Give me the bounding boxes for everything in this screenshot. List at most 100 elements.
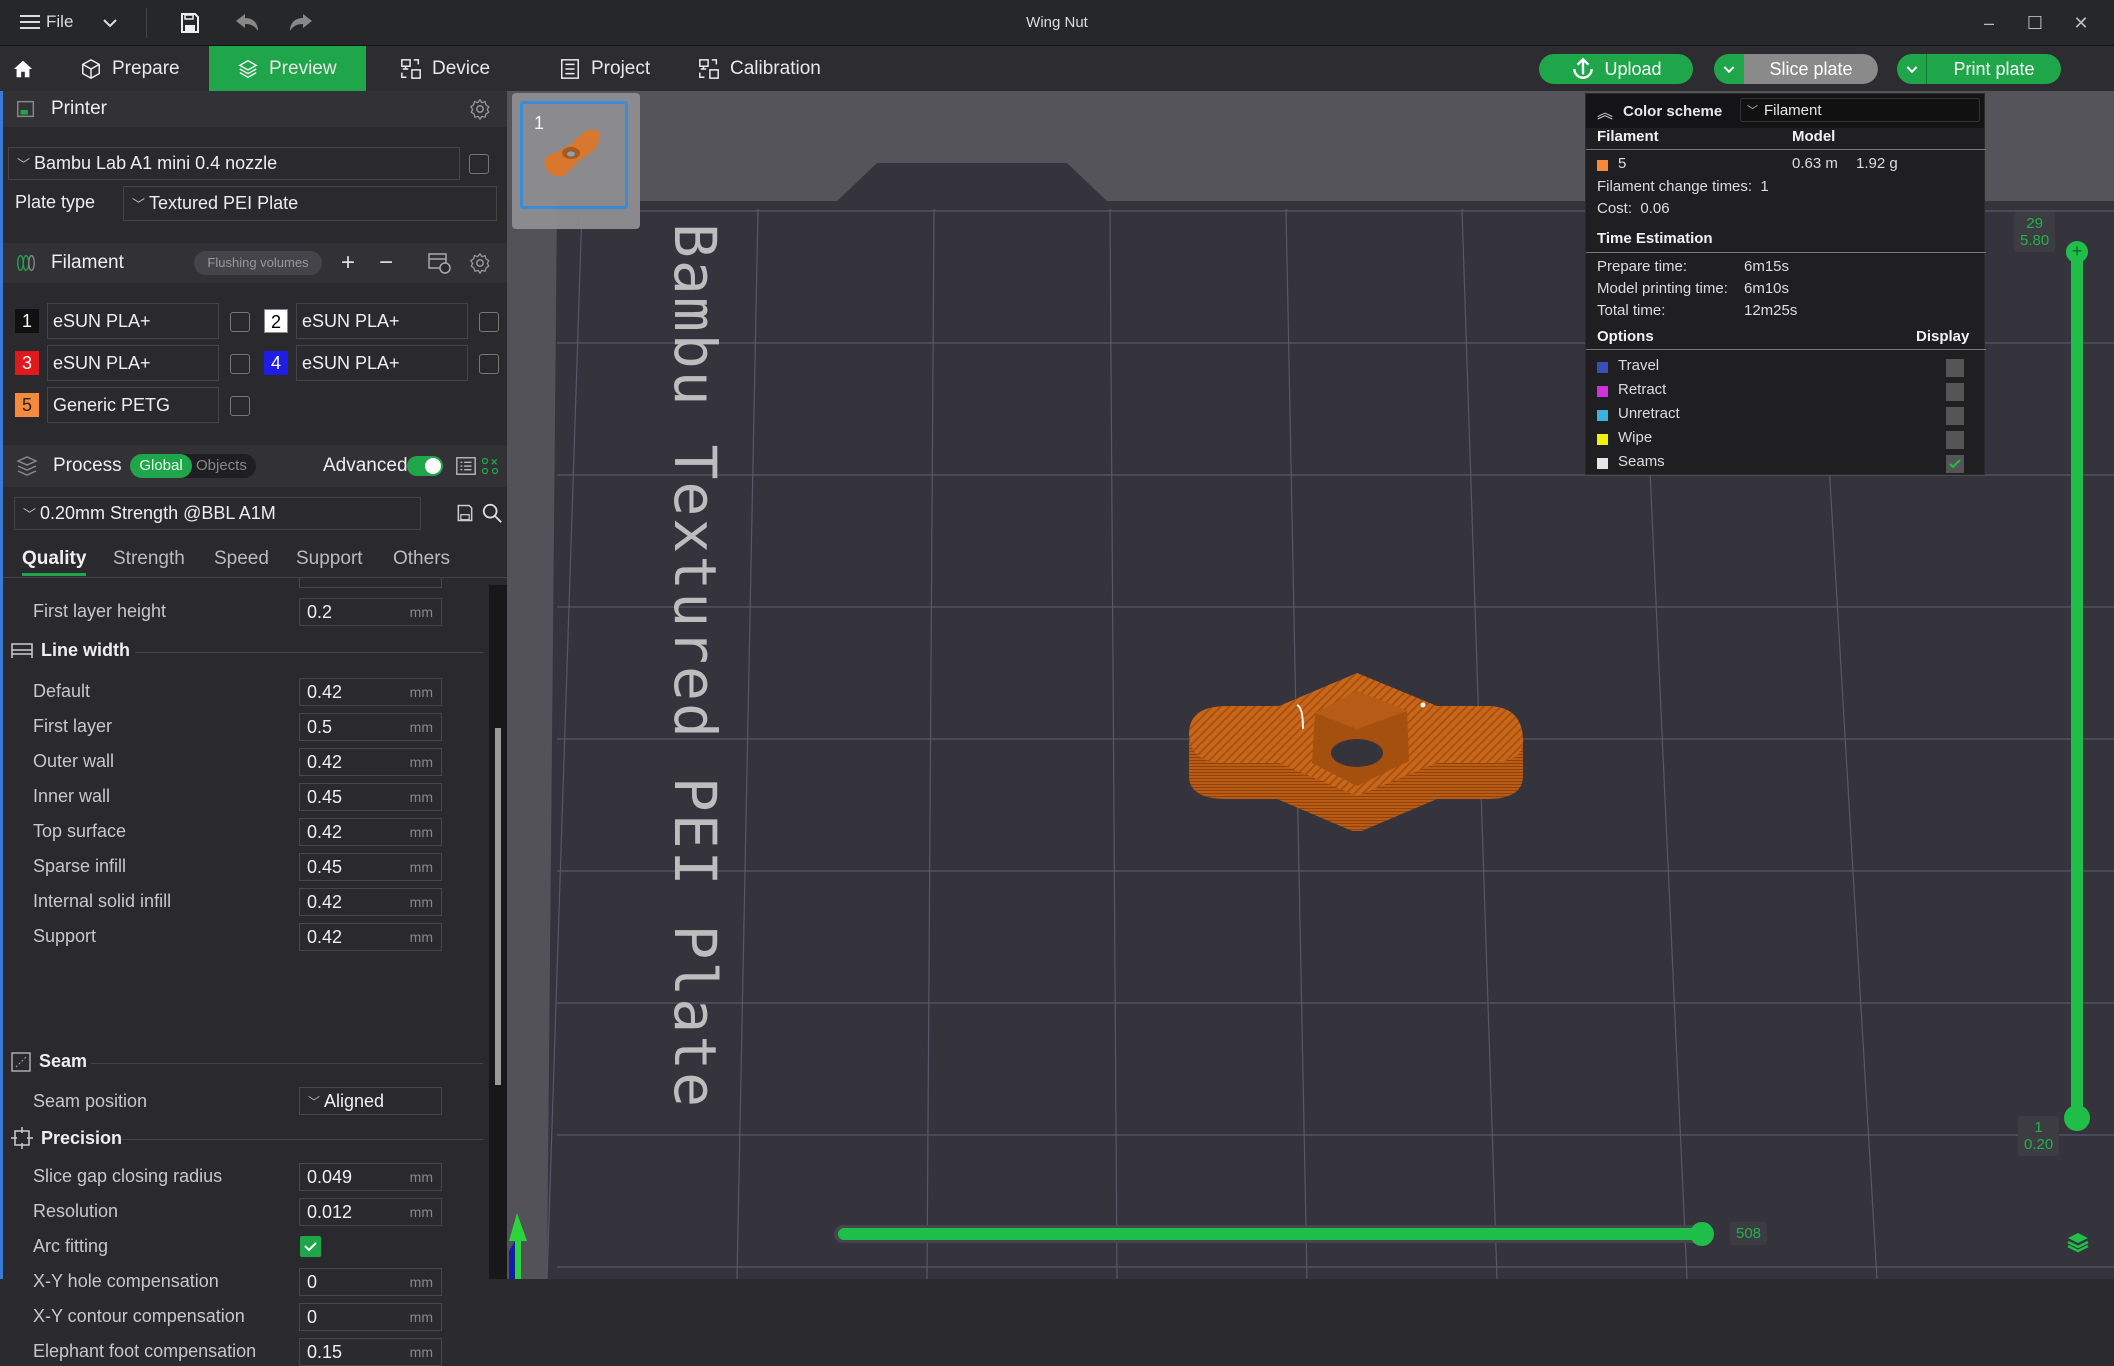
close-button[interactable]: ✕ — [2068, 10, 2094, 36]
search-icon[interactable] — [481, 502, 503, 524]
minimize-button[interactable]: – — [1976, 10, 2002, 36]
save-icon[interactable] — [178, 11, 202, 35]
redo-icon[interactable] — [288, 11, 312, 35]
line-width-input[interactable]: 0.42 mm — [299, 818, 442, 846]
gear-icon[interactable] — [469, 98, 491, 120]
filament-slot-select[interactable]: eSUN PLA+ — [47, 303, 219, 339]
undo-icon[interactable] — [234, 11, 258, 35]
seam-position-select[interactable]: ﹀ Aligned — [299, 1087, 442, 1115]
edit-printer-icon[interactable] — [469, 154, 489, 174]
line-width-input[interactable]: 0.42 mm — [299, 923, 442, 951]
color-scheme-select[interactable]: ﹀ Filament — [1740, 98, 1980, 122]
option-display-checkbox[interactable] — [1946, 359, 1964, 377]
layer-slider-top-thumb[interactable]: + — [2066, 241, 2088, 263]
global-option[interactable]: Global — [130, 454, 192, 478]
edit-filament-icon[interactable] — [479, 312, 499, 332]
list-view-icon[interactable] — [455, 455, 477, 477]
settings-scrollbar-thumb[interactable] — [495, 728, 501, 1085]
file-menu[interactable]: File — [20, 12, 73, 32]
edit-filament-icon[interactable] — [230, 312, 250, 332]
chevron-down-icon: ﹀ — [132, 197, 146, 212]
xy-hole-input[interactable]: 0 mm — [299, 1268, 442, 1296]
line-width-input[interactable]: 0.42 mm — [299, 888, 442, 916]
line-width-input[interactable]: 0.45 mm — [299, 783, 442, 811]
add-filament-button[interactable]: + — [341, 249, 355, 277]
arc-fitting-label: Arc fitting — [33, 1236, 109, 1256]
maximize-button[interactable]: ☐ — [2022, 10, 2048, 36]
slice-plate-button[interactable]: Slice plate — [1714, 54, 1878, 84]
layer-bottom-badge: 1 0.20 — [2018, 1116, 2060, 1156]
filament-slot-number[interactable]: 4 — [264, 351, 288, 375]
layer-slider-bottom-thumb[interactable] — [2064, 1105, 2090, 1131]
line-width-input[interactable]: 0.45 mm — [299, 853, 442, 881]
tab-calibration[interactable]: Calibration — [684, 46, 854, 91]
flushing-volumes-button[interactable]: Flushing volumes — [194, 251, 322, 275]
line-width-input[interactable]: 0.5 mm — [299, 713, 442, 741]
move-slider-thumb[interactable] — [1690, 1222, 1714, 1246]
plate-type-select[interactable]: ﹀ Textured PEI Plate — [123, 186, 497, 221]
move-slider-track[interactable] — [834, 1222, 1714, 1246]
printer-preset-select[interactable]: ﹀ Bambu Lab A1 mini 0.4 nozzle — [8, 147, 460, 180]
first-layer-height-input[interactable]: 0.2 mm — [299, 598, 442, 626]
filament-slot-select[interactable]: eSUN PLA+ — [296, 303, 468, 339]
settings-scrollbar-track[interactable] — [489, 585, 507, 1279]
advanced-toggle[interactable] — [407, 456, 443, 476]
process-preset-select[interactable]: ﹀ 0.20mm Strength @BBL A1M — [14, 497, 421, 530]
print-dropdown-toggle[interactable] — [1897, 54, 1927, 84]
option-display-checkbox[interactable] — [1946, 455, 1964, 473]
slice-dropdown-toggle[interactable] — [1714, 54, 1744, 84]
edit-filament-icon[interactable] — [230, 396, 250, 416]
filament-slot-number[interactable]: 2 — [264, 309, 288, 333]
filament-slot-number[interactable]: 1 — [15, 309, 39, 333]
prepare-time-label: Prepare time: — [1597, 258, 1688, 275]
process-tab-quality[interactable]: Quality — [22, 548, 87, 576]
tab-project[interactable]: Project — [545, 46, 675, 91]
save-preset-icon[interactable] — [455, 503, 475, 523]
line-width-label: Inner wall — [33, 786, 111, 806]
filament-slot-select[interactable]: eSUN PLA+ — [47, 345, 219, 381]
total-time-label: Total time: — [1597, 302, 1666, 319]
home-button[interactable] — [0, 46, 50, 91]
global-objects-toggle[interactable]: Global Objects — [130, 454, 256, 478]
edit-filament-icon[interactable] — [230, 354, 250, 374]
tab-prepare[interactable]: Prepare — [66, 46, 206, 91]
upload-icon — [1573, 57, 1594, 79]
process-tab-support[interactable]: Support — [296, 548, 363, 570]
collapse-icon[interactable]: ︽ — [1597, 99, 1613, 123]
tab-device[interactable]: Device — [386, 46, 516, 91]
resolution-input[interactable]: 0.012 mm — [299, 1198, 442, 1226]
layer-slider-track[interactable] — [2071, 251, 2083, 1121]
line-width-input[interactable]: 0.42 mm — [299, 748, 442, 776]
tab-preview[interactable]: Preview — [209, 46, 366, 91]
filament-slot-number[interactable]: 3 — [15, 351, 39, 375]
filament-slot-select[interactable]: eSUN PLA+ — [296, 345, 468, 381]
objects-option[interactable]: Objects — [196, 454, 247, 478]
first-layer-height-label: First layer height — [33, 601, 167, 621]
process-tab-speed[interactable]: Speed — [214, 548, 269, 570]
elephant-foot-input[interactable]: 0.15 mm — [299, 1338, 442, 1366]
option-display-checkbox[interactable] — [1946, 431, 1964, 449]
filament-slot-select[interactable]: Generic PETG — [47, 387, 219, 423]
line-width-input[interactable]: 0.42 mm — [299, 678, 442, 706]
layers-toggle-icon[interactable] — [2066, 1231, 2090, 1253]
edit-filament-icon[interactable] — [479, 354, 499, 374]
process-tab-strength[interactable]: Strength — [113, 548, 185, 570]
gear-icon[interactable] — [469, 252, 491, 274]
process-tab-others[interactable]: Others — [393, 548, 450, 570]
plate-thumbnail-card[interactable]: 1 — [512, 93, 640, 229]
compare-icon[interactable] — [480, 456, 500, 476]
slice-gap-input[interactable]: 0.049 mm — [299, 1163, 442, 1191]
remove-filament-button[interactable]: − — [379, 249, 393, 277]
xy-contour-input[interactable]: 0 mm — [299, 1303, 442, 1331]
upload-button[interactable]: Upload — [1539, 54, 1693, 84]
sync-filament-icon[interactable] — [427, 252, 451, 274]
chevron-down-icon[interactable] — [98, 11, 122, 35]
option-color-swatch — [1597, 458, 1608, 469]
option-display-checkbox[interactable] — [1946, 407, 1964, 425]
print-plate-button[interactable]: Print plate — [1897, 54, 2061, 84]
sliced-model[interactable] — [1187, 671, 1527, 831]
arc-fitting-checkbox[interactable] — [300, 1236, 321, 1257]
filament-slot-number[interactable]: 5 — [15, 393, 39, 417]
option-display-checkbox[interactable] — [1946, 383, 1964, 401]
legend-divider — [1586, 349, 1986, 350]
